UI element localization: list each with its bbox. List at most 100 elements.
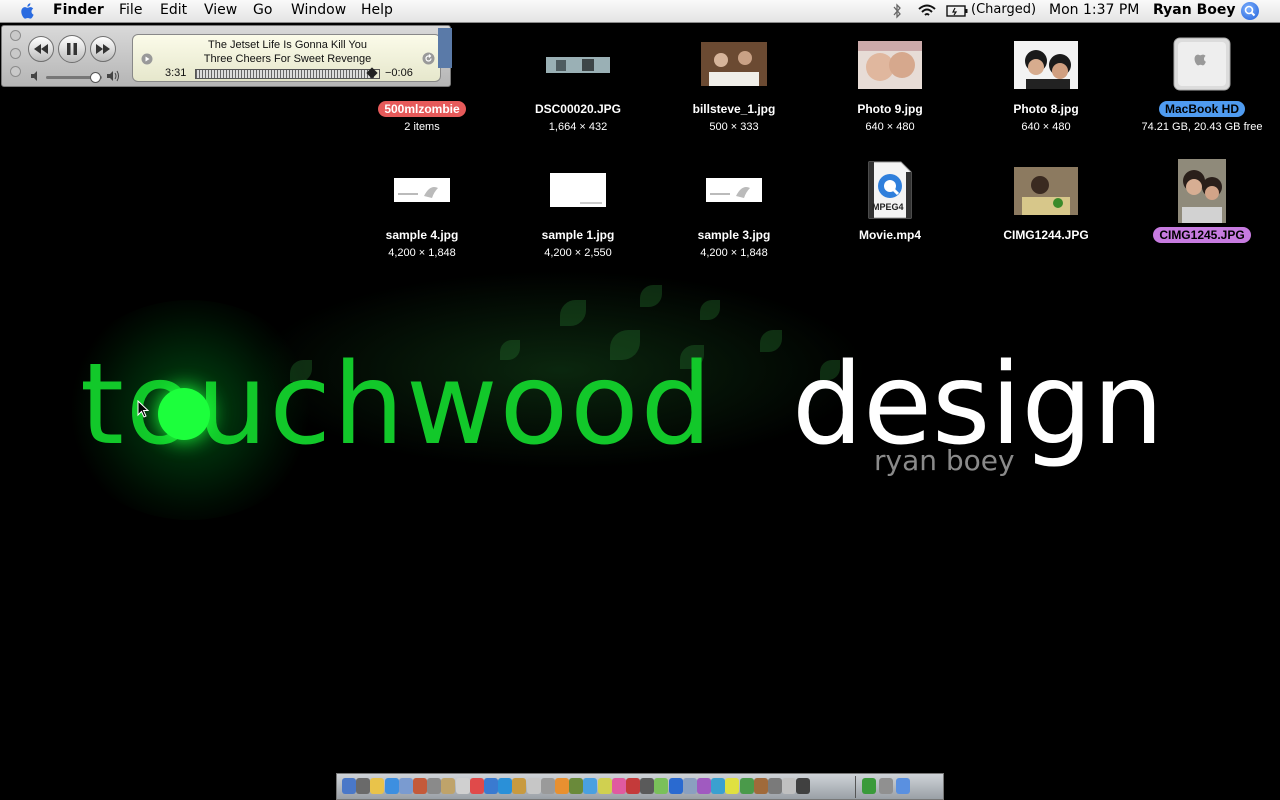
dock	[336, 773, 944, 800]
dock-app-icon[interactable]	[384, 778, 399, 794]
icon-meta: 500 × 333	[709, 121, 759, 133]
dock-app-icon[interactable]	[469, 778, 484, 794]
image-thumbnail	[394, 178, 450, 202]
icon-label: sample 4.jpg	[385, 228, 459, 242]
icon-meta: 4,200 × 2,550	[544, 247, 612, 259]
icon-meta: 1,664 × 432	[548, 121, 608, 133]
dock-app-icon[interactable]	[640, 778, 655, 794]
menu-window[interactable]: Window	[291, 2, 346, 18]
close-button[interactable]	[10, 30, 21, 41]
dock-app-icon[interactable]	[540, 778, 555, 794]
progress-fill	[196, 70, 374, 78]
image-thumbnail	[1014, 167, 1078, 215]
dock-app-icon[interactable]	[498, 778, 513, 794]
dock-app-icon[interactable]	[597, 778, 612, 794]
next-button[interactable]	[90, 36, 116, 62]
next-icon	[96, 44, 110, 54]
dock-app-icon[interactable]	[711, 778, 726, 794]
image-thumbnail	[1014, 41, 1078, 89]
dock-app-icon[interactable]	[668, 778, 683, 794]
dock-app-icon[interactable]	[569, 778, 584, 794]
logo-dot	[158, 388, 210, 440]
pause-button[interactable]	[58, 35, 86, 63]
dock-app-icon[interactable]	[455, 778, 470, 794]
dock-app-icon[interactable]	[356, 778, 371, 794]
menu-file[interactable]: File	[119, 2, 142, 18]
dock-app-icon[interactable]	[555, 778, 569, 794]
menu-view[interactable]: View	[204, 2, 237, 18]
dock-app-icon[interactable]	[427, 778, 442, 794]
volume-knob[interactable]	[89, 72, 101, 83]
dock-app-icon[interactable]	[768, 778, 782, 794]
dock-app-icon[interactable]	[398, 778, 413, 794]
minimize-button[interactable]	[10, 48, 21, 59]
apple-icon[interactable]	[19, 2, 36, 20]
dock-app-icon[interactable]	[484, 778, 498, 794]
elapsed-time: 3:31	[165, 67, 187, 79]
image-thumbnail	[546, 57, 610, 73]
itunes-mini-player[interactable]: The Jetset Life Is Gonna Kill You Three …	[1, 25, 451, 87]
volume-high-icon	[107, 70, 119, 82]
image-thumbnail	[550, 173, 606, 207]
wifi-icon[interactable]	[917, 3, 937, 19]
icon-label: Movie.mp4	[858, 228, 921, 242]
dock-separator	[855, 776, 856, 798]
dock-app-icon[interactable]	[611, 778, 626, 794]
bluetooth-icon[interactable]	[892, 3, 902, 19]
icon-label: sample 3.jpg	[697, 228, 771, 242]
icon-label: CIMG1244.JPG	[1003, 228, 1089, 242]
spotlight-icon[interactable]	[1241, 2, 1259, 20]
image-thumbnail	[701, 42, 767, 86]
movie-badge: MPEG4	[872, 202, 904, 212]
dock-app-icon[interactable]	[441, 778, 456, 794]
battery-icon[interactable]	[946, 5, 968, 17]
dock-app-icon[interactable]	[796, 778, 811, 794]
icon-label: Photo 9.jpg	[857, 102, 923, 116]
icon-meta: 2 items	[404, 121, 440, 133]
icon-meta: 640 × 480	[1021, 121, 1071, 133]
icon-meta: 4,200 × 1,848	[700, 247, 768, 259]
dock-app-icon[interactable]	[370, 778, 385, 794]
dock-app-icon[interactable]	[739, 778, 754, 794]
zoom-button[interactable]	[10, 66, 21, 77]
dock-app-icon[interactable]	[626, 778, 640, 794]
mouse-cursor	[137, 400, 149, 418]
dock-app-icon[interactable]	[526, 778, 541, 794]
icon-label: sample 1.jpg	[541, 228, 615, 242]
menu-help[interactable]: Help	[361, 2, 393, 18]
icon-label: Photo 8.jpg	[1013, 102, 1079, 116]
battery-status[interactable]: (Charged)	[971, 2, 1036, 17]
menu-clock[interactable]: Mon 1:37 PM	[1049, 2, 1139, 18]
dock-app-icon[interactable]	[342, 778, 356, 794]
image-thumbnail	[706, 178, 762, 202]
dock-app-icon[interactable]	[682, 778, 697, 794]
dock-app-icon[interactable]	[753, 778, 768, 794]
dock-app-icon[interactable]	[583, 778, 598, 794]
progress-bar[interactable]	[195, 67, 380, 79]
menu-finder[interactable]: Finder	[53, 2, 104, 18]
dock-app-icon[interactable]	[879, 778, 893, 794]
dock-app-icon[interactable]	[512, 778, 527, 794]
dock-app-icon[interactable]	[862, 778, 876, 794]
dock-app-icon[interactable]	[697, 778, 711, 794]
icon-meta: 640 × 480	[865, 121, 915, 133]
menu-edit[interactable]: Edit	[160, 2, 187, 18]
volume-low-icon	[31, 71, 37, 81]
dock-app-icon[interactable]	[896, 778, 910, 794]
menu-go[interactable]: Go	[253, 2, 272, 18]
previous-button[interactable]	[28, 36, 54, 62]
user-menu[interactable]: Ryan Boey	[1153, 2, 1235, 18]
wallpaper-byline: ryan boey	[874, 444, 1015, 477]
dock-app-icon[interactable]	[725, 778, 740, 794]
icon-label: CIMG1245.JPG	[1153, 227, 1251, 243]
image-thumbnail	[1178, 159, 1226, 223]
dock-app-icon[interactable]	[413, 778, 427, 794]
previous-icon	[34, 44, 48, 54]
icon-label: billsteve_1.jpg	[692, 102, 776, 116]
pause-icon	[67, 43, 77, 55]
image-thumbnail	[858, 41, 922, 89]
icon-meta: 4,200 × 1,848	[388, 247, 456, 259]
dock-app-icon[interactable]	[782, 778, 797, 794]
dock-app-icon[interactable]	[654, 778, 669, 794]
menu-bar: Finder File Edit View Go Window Help (Ch…	[0, 0, 1280, 23]
